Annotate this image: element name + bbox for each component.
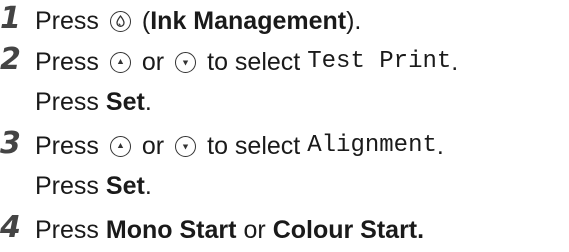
or-text: or [141,132,165,160]
step-number: 3 [0,126,21,161]
press-text: Press [35,132,99,160]
ink-management-label: Ink Management [150,7,347,35]
arrow-down-icon [175,51,197,73]
period: . [436,132,444,160]
or-text: or [141,48,165,76]
set-label: Set [105,172,145,200]
paren-open: ( [141,7,151,35]
mono-start-label: Mono Start [105,216,237,244]
arrow-down-icon [175,135,197,157]
step-line-2: Press Set . [35,169,152,203]
paren-close: ). [346,7,362,35]
press-text: Press [35,172,99,200]
press-text: Press [35,88,99,116]
step-line: Press or to select Alignment . [35,129,444,163]
step-line: Press or to select Test Print . [35,45,458,79]
arrow-up-icon [109,135,131,157]
ink-drop-icon [109,10,131,32]
colour-start-label: Colour Start [272,216,418,244]
step-number: 1 [0,1,21,36]
menu-option-test-print: Test Print [307,48,452,75]
period: . [144,88,152,116]
period: . [144,172,152,200]
press-text: Press [35,7,99,35]
period: . [451,48,459,76]
press-text: Press [35,216,99,244]
period: . [417,216,425,244]
to-select-text: to select [207,48,301,76]
or-text: or [243,216,266,244]
step-line-2: Press Set . [35,85,152,119]
step-line: Press ( Ink Management ). [35,4,361,38]
set-label: Set [105,88,145,116]
to-select-text: to select [207,132,301,160]
menu-option-alignment: Alignment [307,132,437,159]
step-number: 2 [0,42,21,77]
arrow-up-icon [109,51,131,73]
press-text: Press [35,48,99,76]
step-line: Press Mono Start or Colour Start . [35,213,424,247]
step-number: 4 [0,210,21,245]
